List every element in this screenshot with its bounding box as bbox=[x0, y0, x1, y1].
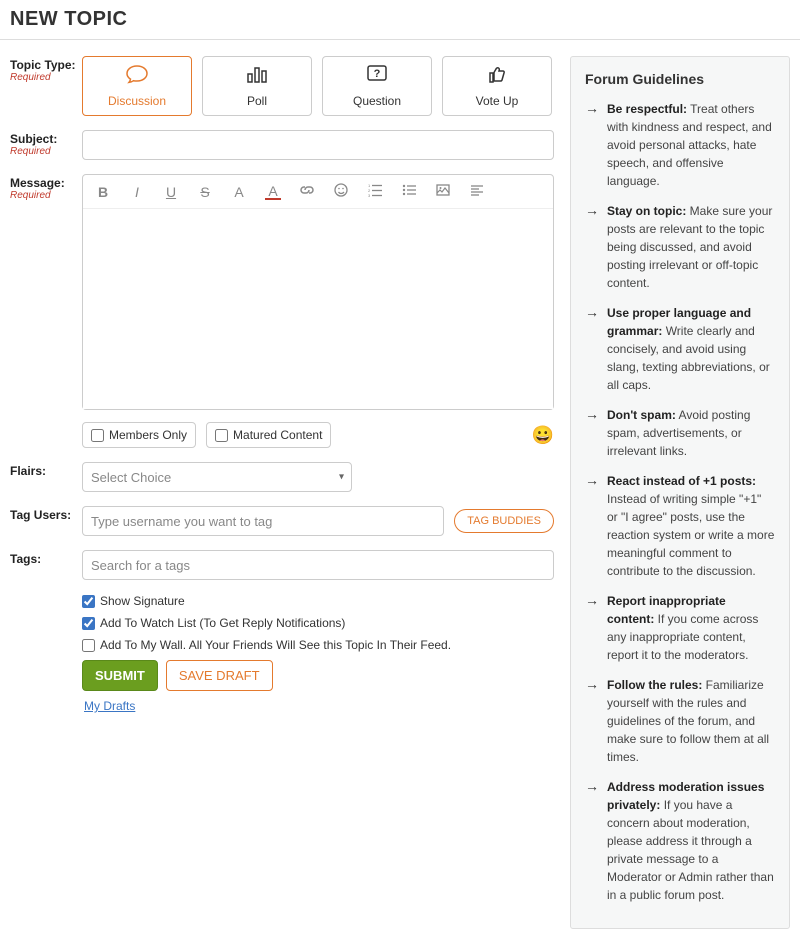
guidelines-panel: Forum Guidelines →Be respectful: Treat o… bbox=[570, 56, 790, 929]
tag-users-label: Tag Users: bbox=[10, 506, 82, 522]
arrow-right-icon: → bbox=[585, 304, 599, 394]
image-icon[interactable] bbox=[435, 183, 451, 200]
font-color-icon[interactable]: A bbox=[265, 184, 281, 200]
guideline-item: →Be respectful: Treat others with kindne… bbox=[585, 100, 775, 190]
topic-type-label: Vote Up bbox=[476, 94, 519, 108]
topic-type-label: Poll bbox=[247, 94, 267, 108]
topic-type-label: Discussion bbox=[108, 94, 166, 108]
tags-input[interactable] bbox=[82, 550, 554, 580]
message-label: Message: Required bbox=[10, 174, 82, 201]
show-signature-checkbox[interactable]: Show Signature bbox=[82, 594, 554, 608]
guideline-item: →Address moderation issues privately: If… bbox=[585, 778, 775, 904]
topic-type-label: Topic Type: Required bbox=[10, 56, 82, 83]
guideline-item: →Stay on topic: Make sure your posts are… bbox=[585, 202, 775, 292]
subject-input[interactable] bbox=[82, 130, 554, 160]
tag-users-input[interactable] bbox=[82, 506, 444, 536]
arrow-right-icon: → bbox=[585, 676, 599, 766]
page-title: NEW TOPIC bbox=[10, 8, 790, 31]
tag-buddies-button[interactable]: TAG BUDDIES bbox=[454, 509, 554, 533]
thumbs-up-icon bbox=[486, 64, 508, 90]
unordered-list-icon[interactable] bbox=[401, 183, 417, 200]
topic-type-discussion[interactable]: Discussion bbox=[82, 56, 192, 116]
question-icon: ? bbox=[366, 64, 388, 90]
tags-label: Tags: bbox=[10, 550, 82, 566]
arrow-right-icon: → bbox=[585, 100, 599, 190]
topic-type-voteup[interactable]: Vote Up bbox=[442, 56, 552, 116]
underline-icon[interactable]: U bbox=[163, 184, 179, 200]
italic-icon[interactable]: I bbox=[129, 184, 145, 200]
editor-toolbar: B I U S A A bbox=[83, 175, 553, 209]
link-icon[interactable] bbox=[299, 183, 315, 200]
arrow-right-icon: → bbox=[585, 592, 599, 664]
bold-icon[interactable]: B bbox=[95, 184, 111, 200]
guidelines-title: Forum Guidelines bbox=[585, 69, 775, 90]
page-header: NEW TOPIC bbox=[0, 0, 800, 40]
speech-bubble-icon bbox=[125, 64, 149, 90]
watch-list-checkbox[interactable]: Add To Watch List (To Get Reply Notifica… bbox=[82, 616, 554, 630]
subject-label: Subject: Required bbox=[10, 130, 82, 157]
ordered-list-icon[interactable]: 123 bbox=[367, 183, 383, 200]
submit-button[interactable]: SUBMIT bbox=[82, 660, 158, 691]
smiley-icon[interactable]: 😀 bbox=[532, 425, 554, 446]
add-to-wall-checkbox[interactable]: Add To My Wall. All Your Friends Will Se… bbox=[82, 638, 554, 652]
guideline-item: →Report inappropriate content: If you co… bbox=[585, 592, 775, 664]
flairs-select[interactable]: Select Choice bbox=[82, 462, 352, 492]
font-family-icon[interactable]: A bbox=[231, 184, 247, 200]
arrow-right-icon: → bbox=[585, 406, 599, 460]
align-icon[interactable] bbox=[469, 183, 485, 200]
bar-chart-icon bbox=[246, 64, 268, 90]
emoji-icon[interactable] bbox=[333, 183, 349, 200]
guideline-item: →Use proper language and grammar: Write … bbox=[585, 304, 775, 394]
guideline-item: →Don't spam: Avoid posting spam, adverti… bbox=[585, 406, 775, 460]
arrow-right-icon: → bbox=[585, 778, 599, 904]
flairs-label: Flairs: bbox=[10, 462, 82, 478]
arrow-right-icon: → bbox=[585, 202, 599, 292]
arrow-right-icon: → bbox=[585, 472, 599, 580]
editor: B I U S A A bbox=[82, 174, 554, 410]
save-draft-button[interactable]: SAVE DRAFT bbox=[166, 660, 273, 691]
matured-content-checkbox[interactable]: Matured Content bbox=[206, 422, 331, 448]
members-only-checkbox[interactable]: Members Only bbox=[82, 422, 196, 448]
guideline-item: →Follow the rules: Familiarize yourself … bbox=[585, 676, 775, 766]
message-input[interactable] bbox=[83, 209, 553, 409]
topic-type-question[interactable]: ? Question bbox=[322, 56, 432, 116]
svg-text:3: 3 bbox=[368, 193, 371, 197]
strikethrough-icon[interactable]: S bbox=[197, 184, 213, 200]
topic-type-poll[interactable]: Poll bbox=[202, 56, 312, 116]
topic-type-label: Question bbox=[353, 94, 401, 108]
svg-text:?: ? bbox=[374, 68, 381, 80]
my-drafts-link[interactable]: My Drafts bbox=[84, 699, 135, 713]
guideline-item: →React instead of +1 posts: Instead of w… bbox=[585, 472, 775, 580]
